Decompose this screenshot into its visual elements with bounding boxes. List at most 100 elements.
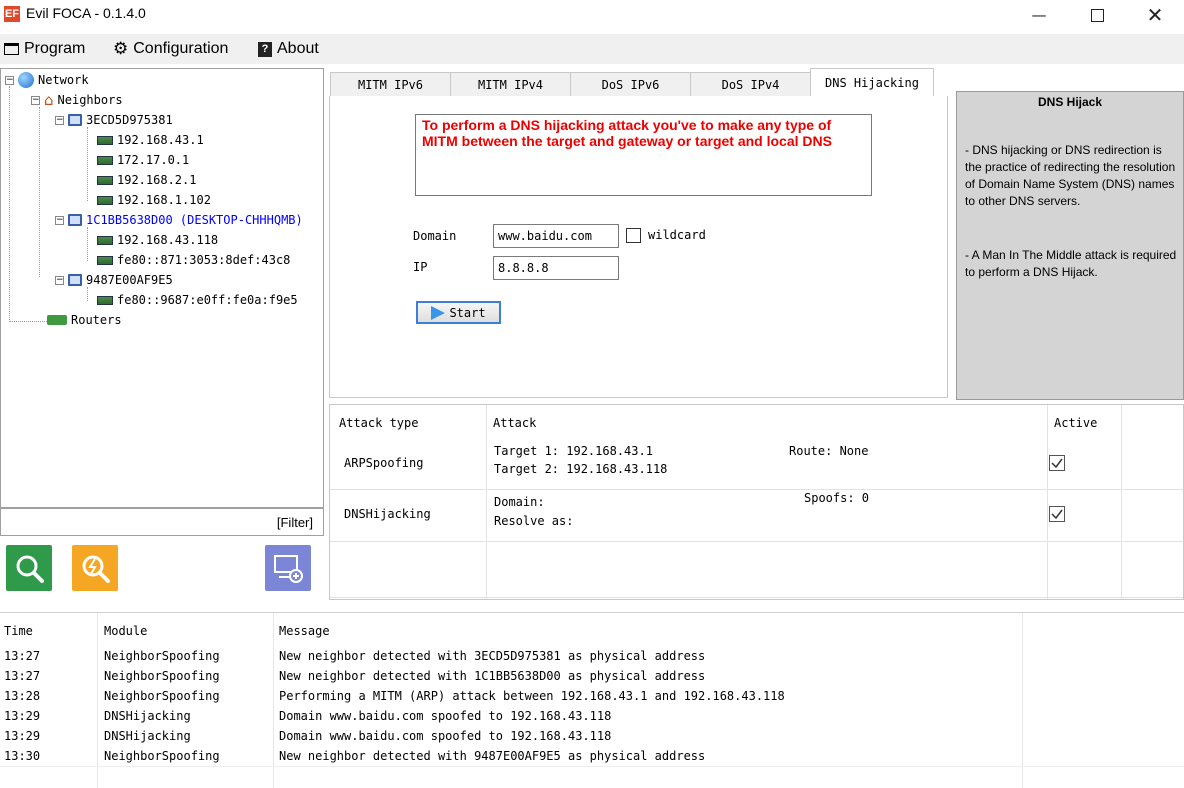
log-time: 13:29 bbox=[4, 709, 41, 723]
active-checkbox[interactable] bbox=[1049, 506, 1065, 522]
tree-node-routers[interactable]: Routers bbox=[47, 312, 122, 328]
tab-dns-hijacking[interactable]: DNS Hijacking bbox=[810, 68, 934, 98]
active-checkbox[interactable] bbox=[1049, 455, 1065, 471]
tree-node-ip[interactable]: 192.168.2.1 bbox=[97, 172, 196, 188]
host-name: 1C1BB5638D00 (DESKTOP-CHHHQMB) bbox=[86, 213, 303, 227]
help-panel: DNS Hijack - DNS hijacking or DNS redire… bbox=[956, 91, 1184, 400]
computer-icon bbox=[68, 114, 82, 126]
menu-program[interactable]: Program bbox=[4, 38, 85, 60]
menu-about-label: About bbox=[277, 40, 319, 57]
window-icon bbox=[4, 43, 19, 55]
tree-node-ip[interactable]: 192.168.43.1 bbox=[97, 132, 204, 148]
maximize-button[interactable] bbox=[1068, 0, 1126, 30]
bolt-magnifier-icon bbox=[82, 555, 110, 583]
title-bar: EF Evil FOCA - 0.1.4.0 — ✕ bbox=[0, 0, 1184, 30]
network-card-icon bbox=[97, 195, 113, 205]
start-button[interactable]: Start bbox=[416, 301, 501, 324]
attack-detail-line: Domain: bbox=[494, 495, 545, 509]
ip-label: 192.168.43.1 bbox=[117, 133, 204, 147]
ip-label: fe80::871:3053:8def:43c8 bbox=[117, 253, 291, 267]
ip-label: fe80::9687:e0ff:fe0a:f9e5 bbox=[117, 293, 298, 307]
tab-dos-ipv6[interactable]: DoS IPv6 bbox=[570, 72, 691, 97]
ip-label: 172.17.0.1 bbox=[117, 153, 190, 167]
column-divider bbox=[486, 405, 487, 599]
wildcard-checkbox[interactable] bbox=[626, 228, 641, 243]
ip-label: 192.168.2.1 bbox=[117, 173, 197, 187]
log-time: 13:27 bbox=[4, 649, 41, 663]
router-icon bbox=[47, 315, 67, 325]
help-text: - DNS hijacking or DNS redirection is th… bbox=[965, 143, 1176, 208]
log-row[interactable]: 13:28 NeighborSpoofing Performing a MITM… bbox=[0, 686, 1184, 706]
network-card-icon bbox=[97, 235, 113, 245]
scan-button[interactable] bbox=[6, 545, 52, 591]
log-row[interactable]: 13:29 DNSHijacking Domain www.baidu.com … bbox=[0, 726, 1184, 746]
ip-input[interactable] bbox=[493, 256, 619, 280]
menu-about[interactable]: ? About bbox=[258, 38, 319, 60]
tree-node-ip[interactable]: 172.17.0.1 bbox=[97, 152, 189, 168]
log-time: 13:28 bbox=[4, 689, 41, 703]
collapse-icon[interactable]: − bbox=[31, 95, 40, 105]
start-button-label: Start bbox=[449, 305, 486, 320]
collapse-icon[interactable]: − bbox=[55, 215, 64, 225]
attack-extra: Spoofs: 0 bbox=[804, 491, 870, 505]
log-module: DNSHijacking bbox=[104, 729, 191, 743]
tree-node-ip[interactable]: fe80::9687:e0ff:fe0a:f9e5 bbox=[97, 292, 298, 308]
collapse-icon[interactable]: − bbox=[55, 115, 64, 125]
attack-button[interactable] bbox=[72, 545, 118, 591]
log-time: 13:30 bbox=[4, 749, 41, 763]
tree-node-network[interactable]: − Network bbox=[5, 72, 89, 88]
tree-connector bbox=[87, 227, 88, 261]
log-message: New neighbor detected with 9487E00AF9E5 … bbox=[279, 749, 706, 763]
add-computer-icon bbox=[274, 555, 303, 583]
tab-mitm-ipv4[interactable]: MITM IPv4 bbox=[450, 72, 571, 97]
maximize-icon bbox=[1090, 9, 1104, 22]
menu-configuration[interactable]: ⚙ Configuration bbox=[113, 38, 228, 60]
wildcard-label: wildcard bbox=[648, 228, 706, 242]
log-row[interactable]: 13:27 NeighborSpoofing New neighbor dete… bbox=[0, 646, 1184, 666]
close-icon: ✕ bbox=[1146, 3, 1164, 27]
column-header-active[interactable]: Active bbox=[1054, 416, 1097, 430]
attacks-table[interactable]: Attack type Attack Active ARPSpoofing Ta… bbox=[329, 404, 1184, 600]
tree-node-label: Network bbox=[38, 73, 89, 87]
close-button[interactable]: ✕ bbox=[1126, 0, 1184, 30]
network-card-icon bbox=[97, 175, 113, 185]
tree-node-host[interactable]: − 1C1BB5638D00 (DESKTOP-CHHHQMB) bbox=[55, 212, 303, 228]
tree-node-host[interactable]: − 3ECD5D975381 bbox=[55, 112, 173, 128]
domain-input[interactable] bbox=[493, 224, 619, 248]
log-row[interactable]: 13:29 DNSHijacking Domain www.baidu.com … bbox=[0, 706, 1184, 726]
computer-icon bbox=[68, 214, 82, 226]
filter-link[interactable]: [Filter] bbox=[277, 515, 313, 530]
tree-node-ip[interactable]: fe80::871:3053:8def:43c8 bbox=[97, 252, 290, 268]
column-header-module[interactable]: Module bbox=[104, 621, 147, 641]
attack-detail-line: Target 2: 192.168.43.118 bbox=[494, 462, 668, 476]
collapse-icon[interactable]: − bbox=[5, 75, 14, 85]
log-row[interactable]: 13:30 NeighborSpoofing New neighbor dete… bbox=[0, 746, 1184, 766]
column-header-time[interactable]: Time bbox=[4, 621, 33, 641]
column-header-message[interactable]: Message bbox=[279, 621, 330, 641]
log-message: New neighbor detected with 1C1BB5638D00 … bbox=[279, 669, 706, 683]
collapse-icon[interactable]: − bbox=[55, 275, 64, 285]
log-module: NeighborSpoofing bbox=[104, 689, 220, 703]
add-computer-button[interactable] bbox=[265, 545, 311, 591]
column-header-attack[interactable]: Attack bbox=[493, 416, 536, 430]
tab-mitm-ipv6[interactable]: MITM IPv6 bbox=[330, 72, 451, 97]
attack-type-cell: DNSHijacking bbox=[344, 507, 431, 521]
tree-node-neighbors[interactable]: − ⌂ Neighbors bbox=[31, 92, 123, 108]
network-tree[interactable]: − Network − ⌂ Neighbors − 3ECD5D975381 1… bbox=[0, 68, 324, 508]
tab-dos-ipv4[interactable]: DoS IPv4 bbox=[690, 72, 811, 97]
tree-node-ip[interactable]: 192.168.43.118 bbox=[97, 232, 218, 248]
help-text: - A Man In The Middle attack is required… bbox=[965, 248, 1177, 279]
tree-connector bbox=[87, 127, 88, 201]
magnifier-icon bbox=[16, 555, 44, 583]
log-message: Domain www.baidu.com spoofed to 192.168.… bbox=[279, 709, 612, 723]
column-header-attack-type[interactable]: Attack type bbox=[339, 416, 418, 430]
tree-node-ip[interactable]: 192.168.1.102 bbox=[97, 192, 211, 208]
gear-icon: ⚙ bbox=[113, 39, 129, 59]
menu-bar: Program ⚙ Configuration ? About bbox=[0, 34, 1184, 64]
splitter[interactable] bbox=[0, 612, 1184, 613]
log-row[interactable]: 13:27 NeighborSpoofing New neighbor dete… bbox=[0, 666, 1184, 686]
help-title: DNS Hijack bbox=[1037, 95, 1103, 109]
minimize-button[interactable]: — bbox=[1010, 0, 1068, 30]
log-message: Domain www.baidu.com spoofed to 192.168.… bbox=[279, 729, 612, 743]
tree-node-host[interactable]: − 9487E00AF9E5 bbox=[55, 272, 173, 288]
